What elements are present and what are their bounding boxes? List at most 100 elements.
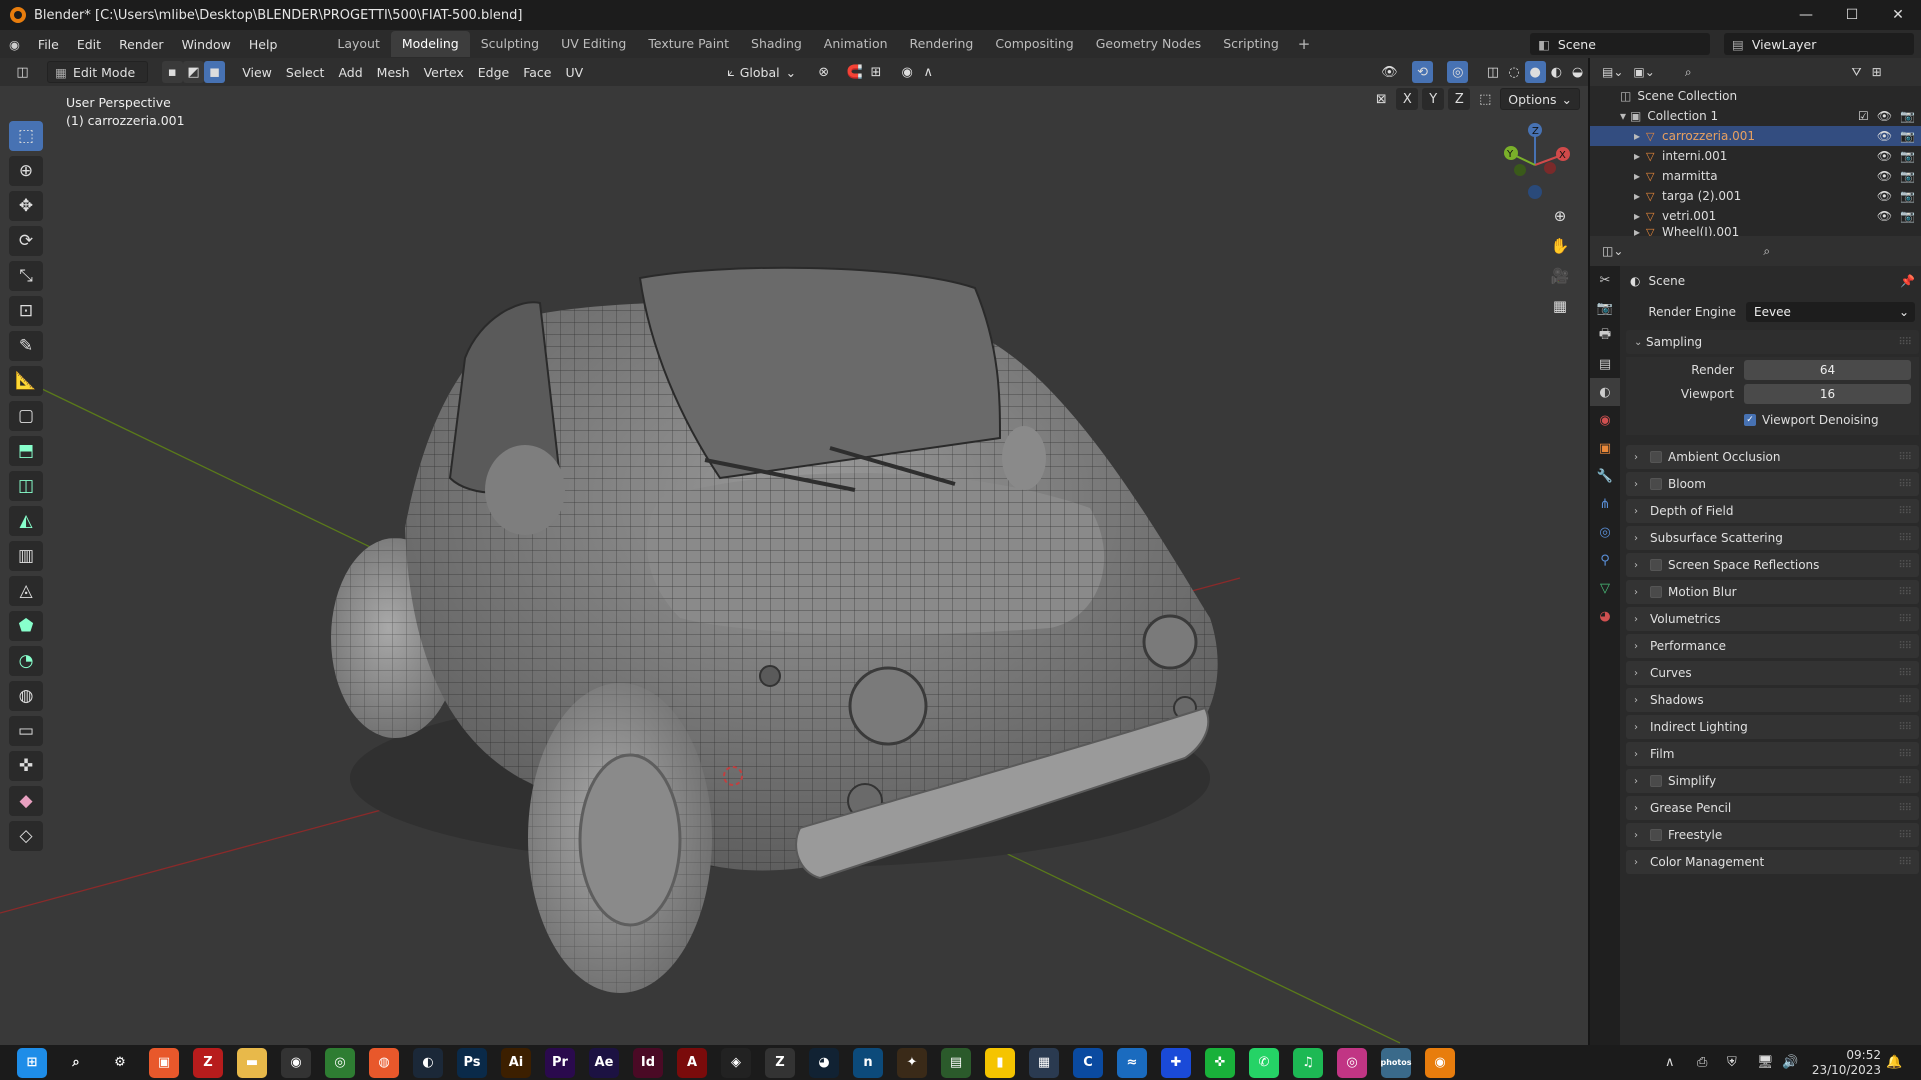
tab-layout[interactable]: Layout — [326, 31, 391, 57]
panel-enable-checkbox[interactable] — [1650, 559, 1662, 571]
steam-app-icon[interactable]: ◐ — [413, 1047, 443, 1078]
poly-build-icon[interactable]: ⬟ — [9, 611, 43, 641]
illustrator-app-icon[interactable]: Ai — [501, 1047, 531, 1078]
security-icon[interactable]: ⛨ — [1727, 1055, 1737, 1070]
drag-handle-icon[interactable]: ⠿⠿ — [1898, 857, 1912, 868]
view-layer-tab-icon[interactable]: ▤ — [1590, 350, 1620, 378]
cursor-tool-icon[interactable]: ⊕ — [9, 156, 43, 186]
camera-view-icon[interactable]: 🎥 — [1547, 263, 1573, 289]
camera-icon[interactable]: 📷 — [1900, 189, 1915, 203]
outliner-row-object[interactable]: ▸ ▽ carrozzeria.001 👁 📷 — [1590, 126, 1921, 146]
scene-selector[interactable]: ◧ Scene — [1530, 33, 1710, 55]
minimize-button[interactable]: — — [1783, 0, 1829, 30]
shading-solid-icon[interactable]: ● — [1524, 61, 1546, 83]
eye-icon[interactable]: 👁 — [1877, 129, 1892, 143]
notification-icon[interactable]: 🔔 — [1886, 1055, 1902, 1070]
snap-icon[interactable]: 🧲 — [844, 61, 865, 83]
edge-slide-icon[interactable]: ▭ — [9, 716, 43, 746]
eye-icon[interactable]: 👁 — [1877, 149, 1892, 163]
falloff-icon[interactable]: ∧ — [918, 61, 939, 83]
start-app-icon[interactable]: ⊞ — [17, 1047, 47, 1078]
expand-arrow-icon[interactable]: ▸ — [1634, 189, 1640, 203]
panel-ambient-occlusion[interactable]: › Ambient Occlusion ⠿⠿ — [1626, 445, 1919, 469]
calculator-app-icon[interactable]: ▦ — [1029, 1047, 1059, 1078]
gizmo-toggle-icon[interactable]: ⟲ — [1412, 61, 1434, 83]
zbrush-app-icon[interactable]: Z — [765, 1047, 795, 1078]
spotify-app-icon[interactable]: ♫ — [1293, 1047, 1323, 1078]
app-dots-app-icon[interactable]: ✚ — [1161, 1047, 1191, 1078]
scale-tool-icon[interactable]: ⤡ — [9, 261, 43, 291]
pivot-point-icon[interactable]: ⊗ — [813, 61, 834, 83]
3d-viewport[interactable]: ◫ ▦ Edit Mode ▪ ◩ ◼ View Select Add Mesh… — [0, 58, 1588, 1045]
panel-enable-checkbox[interactable] — [1650, 775, 1662, 787]
drag-handle-icon[interactable]: ⠿⠿ — [1898, 695, 1912, 706]
panel-bloom[interactable]: › Bloom ⠿⠿ — [1626, 472, 1919, 496]
visibility-icon[interactable]: 👁 — [1379, 61, 1400, 83]
data-tab-icon[interactable]: ▽ — [1590, 574, 1620, 602]
object-tab-icon[interactable]: ▣ — [1590, 434, 1620, 462]
pan-hand-icon[interactable]: ✋ — [1547, 233, 1573, 259]
eye-icon[interactable]: 👁 — [1877, 189, 1892, 203]
panel-subsurface-scattering[interactable]: › Subsurface Scattering ⠿⠿ — [1626, 526, 1919, 550]
camera-icon[interactable]: 📷 — [1900, 209, 1915, 223]
panel-screen-space-reflections[interactable]: › Screen Space Reflections ⠿⠿ — [1626, 553, 1919, 577]
properties-editor-icon[interactable]: ◫⌄ — [1602, 244, 1623, 258]
bevel-tool-icon[interactable]: ◭ — [9, 506, 43, 536]
settings-app-icon[interactable]: ⚙ — [105, 1048, 135, 1078]
acrobat-app-icon[interactable]: A — [677, 1047, 707, 1078]
premiere-app-icon[interactable]: Pr — [545, 1047, 575, 1078]
overlay-toggle-icon[interactable]: ◎ — [1447, 61, 1469, 83]
drag-handle-icon[interactable]: ⠿⠿ — [1898, 722, 1912, 733]
eye-icon[interactable]: 👁 — [1877, 169, 1892, 183]
outliner-row-scene-collection[interactable]: ◫ Scene Collection — [1590, 86, 1921, 106]
menu-help[interactable]: Help — [240, 37, 287, 52]
tab-shading[interactable]: Shading — [740, 31, 813, 57]
pin-icon[interactable]: 📌 — [1900, 274, 1915, 288]
auto-merge-icon[interactable]: ⬚ — [1474, 88, 1496, 110]
physics-tab-icon[interactable]: ◎ — [1590, 518, 1620, 546]
outliner-editor-icon[interactable]: ▤⌄ — [1602, 65, 1623, 79]
tab-modeling[interactable]: Modeling — [390, 31, 470, 57]
menu-select[interactable]: Select — [279, 61, 332, 83]
zoom-icon[interactable]: ⊕ — [1547, 203, 1573, 229]
editor-type-icon[interactable]: ◫ — [12, 61, 33, 83]
drag-handle-icon[interactable]: ⠿⠿ — [1898, 533, 1912, 544]
drag-handle-icon[interactable]: ⠿⠿ — [1898, 641, 1912, 652]
drag-handle-icon[interactable]: ⠿⠿ — [1898, 337, 1912, 348]
modifier-tab-icon[interactable]: 🔧 — [1590, 462, 1620, 490]
tab-scripting[interactable]: Scripting — [1212, 31, 1290, 57]
material-tab-icon[interactable]: ◕ — [1590, 602, 1620, 630]
panel-performance[interactable]: › Performance ⠿⠿ — [1626, 634, 1919, 658]
outliner-row-object[interactable]: ▸ ▽ interni.001 👁 📷 — [1590, 146, 1921, 166]
outliner-search-icon[interactable]: ⌕ — [1685, 65, 1692, 80]
tray-chevron-icon[interactable]: ∧ — [1665, 1055, 1675, 1070]
drag-handle-icon[interactable]: ⠿⠿ — [1898, 830, 1912, 841]
panel-indirect-lighting[interactable]: › Indirect Lighting ⠿⠿ — [1626, 715, 1919, 739]
spin-tool-icon[interactable]: ◔ — [9, 646, 43, 676]
axis-z-button[interactable]: Z — [1448, 88, 1471, 110]
drag-handle-icon[interactable]: ⠿⠿ — [1898, 776, 1912, 787]
inset-tool-icon[interactable]: ◫ — [9, 471, 43, 501]
usb-icon[interactable]: ⎙ — [1697, 1055, 1707, 1070]
after-effects-app-icon[interactable]: Ae — [589, 1047, 619, 1078]
transform-tool-icon[interactable]: ⊡ — [9, 296, 43, 326]
network-icon[interactable]: 🖥 — [1757, 1055, 1774, 1070]
rotate-tool-icon[interactable]: ⟳ — [9, 226, 43, 256]
panel-color-management[interactable]: › Color Management ⠿⠿ — [1626, 850, 1919, 874]
axis-x-button[interactable]: X — [1396, 88, 1419, 110]
knife-tool-icon[interactable]: ◬ — [9, 576, 43, 606]
expand-arrow-icon[interactable]: ▸ — [1634, 129, 1640, 143]
menu-add[interactable]: Add — [331, 61, 369, 83]
shading-wireframe-icon[interactable]: ◌ — [1503, 61, 1524, 83]
measure-tool-icon[interactable]: 📐 — [9, 366, 43, 396]
tool-tab-icon[interactable]: ✂ — [1590, 266, 1620, 294]
move-tool-icon[interactable]: ✥ — [9, 191, 43, 221]
app-n-app-icon[interactable]: n — [853, 1047, 883, 1078]
particles-tab-icon[interactable]: ⋔ — [1590, 490, 1620, 518]
add-cube-icon[interactable]: ▢ — [9, 401, 43, 431]
menu-mesh[interactable]: Mesh — [370, 61, 417, 83]
panel-freestyle[interactable]: › Freestyle ⠿⠿ — [1626, 823, 1919, 847]
close-button[interactable]: ✕ — [1875, 0, 1921, 30]
indesign-app-icon[interactable]: Id — [633, 1047, 663, 1078]
clock[interactable]: 09:52 23/10/2023 — [1812, 1048, 1881, 1078]
